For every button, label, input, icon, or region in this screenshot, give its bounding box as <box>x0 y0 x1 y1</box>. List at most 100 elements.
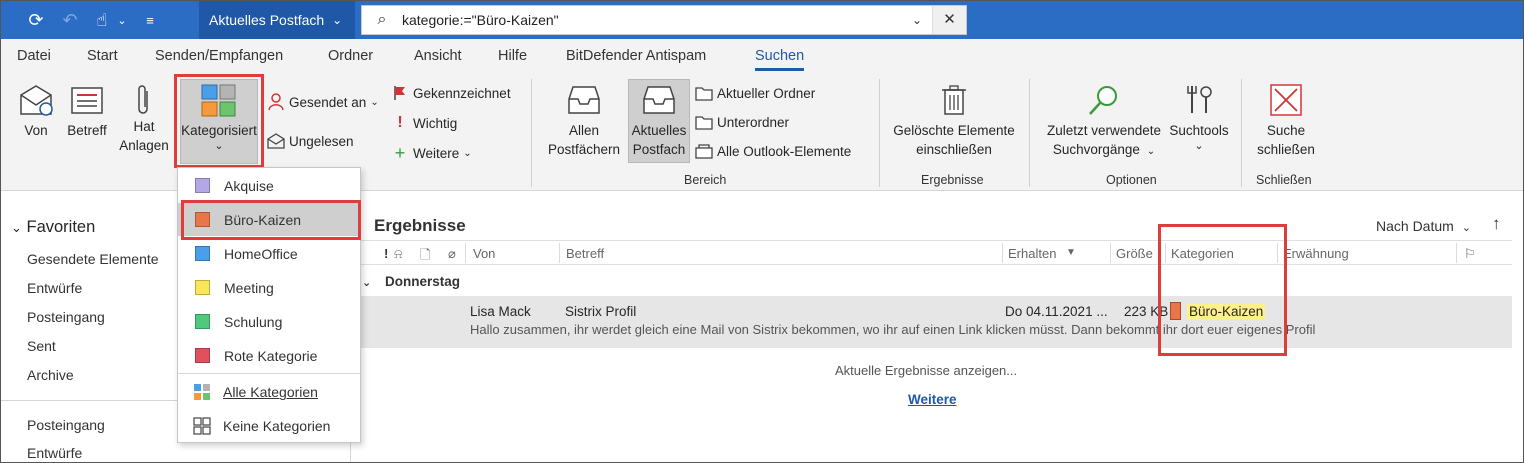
folder-entwuerfe[interactable]: Entwürfe <box>27 280 82 296</box>
folder-gesendete-elemente[interactable]: Gesendete Elemente <box>27 251 159 267</box>
column-divider <box>1456 243 1457 263</box>
suche-schliessen-button[interactable]: Suche schließen <box>1251 83 1321 159</box>
von-button[interactable]: Von <box>13 83 59 140</box>
show-current-results[interactable]: Aktuelle Ergebnisse anzeigen... <box>835 363 1017 378</box>
menu-item-label: Alle Kategorien <box>223 383 318 400</box>
more-results-link[interactable]: Weitere <box>908 392 957 407</box>
alle-outlook-elemente-button[interactable]: Alle Outlook-Elemente <box>695 143 851 159</box>
folder-entwuerfe-2[interactable]: Entwürfe <box>27 445 82 461</box>
flag-col-icon[interactable]: ⚐ <box>1464 246 1476 262</box>
favorites-header[interactable]: ⌄ Favoriten <box>11 218 95 237</box>
chevron-down-icon: ⌄ <box>1194 140 1204 152</box>
group-header-donnerstag[interactable]: ⌄ Donnerstag <box>362 274 460 289</box>
mail-from: Lisa Mack <box>470 304 531 319</box>
ribbon-separator <box>1029 79 1030 187</box>
menu-item-label: Meeting <box>224 279 274 296</box>
customize-toolbar-icon[interactable]: ≡ <box>141 1 159 39</box>
zuletzt-verwendete-button[interactable]: Zuletzt verwendete Suchvorgänge ⌄ <box>1037 83 1171 161</box>
sort-dropdown[interactable]: Nach Datum ⌄ <box>1376 218 1471 234</box>
col-erwaehnung[interactable]: Erwähnung <box>1283 246 1349 261</box>
table-row[interactable]: Lisa Mack Sistrix Profil Do 04.11.2021 .… <box>352 296 1512 348</box>
scope-dropdown[interactable]: Aktuelles Postfach ⌄ <box>199 1 355 39</box>
menu-item-rote-kategorie[interactable]: Rote Kategorie <box>178 339 360 372</box>
suchtools-button[interactable]: Suchtools ⌄ <box>1167 83 1231 152</box>
tab-bitdefender[interactable]: BitDefender Antispam <box>566 48 706 64</box>
sort-direction-icon[interactable]: ↑ <box>1492 214 1501 234</box>
search-box[interactable]: ⌕ kategorie:="Büro-Kaizen" ⌄ ✕ <box>361 5 967 35</box>
sync-icon[interactable]: ⟳ <box>23 1 49 39</box>
geloeschte-label-2: einschließen <box>916 142 992 157</box>
unterordner-button[interactable]: Unterordner <box>695 114 789 130</box>
suche-label-2: schließen <box>1257 142 1315 157</box>
col-erhalten[interactable]: Erhalten <box>1008 246 1056 261</box>
tab-ordner[interactable]: Ordner <box>328 48 373 64</box>
betreff-button[interactable]: Betreff <box>63 83 111 140</box>
column-divider <box>1110 243 1111 263</box>
chevron-down-icon: ⌄ <box>1146 146 1156 157</box>
col-von[interactable]: Von <box>473 246 495 261</box>
reminder-col-icon[interactable]: ⍾ <box>394 246 403 262</box>
undo-icon[interactable]: ↶ <box>59 1 81 39</box>
tab-ansicht[interactable]: Ansicht <box>414 48 462 64</box>
menu-item-alle-kategorien[interactable]: Alle Kategorien <box>178 375 360 408</box>
aktuelles-postfach-button[interactable]: Aktuelles Postfach <box>628 83 690 159</box>
menu-item-akquise[interactable]: Akquise <box>178 169 360 202</box>
menu-item-meeting[interactable]: Meeting <box>178 271 360 304</box>
chevron-down-icon: ⌄ <box>362 277 372 289</box>
paperclip-icon <box>138 85 148 114</box>
weitere-button[interactable]: + Weitere ⌄ <box>391 143 472 164</box>
ribbon-tabs: Datei Start Senden/Empfangen Ordner Ansi… <box>1 39 1523 71</box>
group-label-bereich: Bereich <box>684 173 727 187</box>
chevron-down-icon: ⌄ <box>11 220 22 235</box>
inbox-icon <box>643 86 675 114</box>
tab-datei[interactable]: Datei <box>17 48 51 64</box>
scope-label: Aktuelles Postfach <box>209 12 325 28</box>
mail-subject: Sistrix Profil <box>565 304 637 319</box>
close-search-icon[interactable]: ✕ <box>932 6 966 34</box>
subject-icon <box>71 87 103 114</box>
ribbon-separator <box>1241 79 1242 187</box>
col-groesse[interactable]: Größe <box>1116 246 1153 261</box>
tab-start[interactable]: Start <box>87 48 118 64</box>
folder-sent[interactable]: Sent <box>27 338 56 354</box>
hat-anlagen-label-2: Anlagen <box>119 138 169 153</box>
ungelesen-button[interactable]: Ungelesen <box>267 133 354 149</box>
aktuelles-label-1: Aktuelles <box>631 123 687 138</box>
allen-label-1: Allen <box>568 123 600 138</box>
folder-archive[interactable]: Archive <box>27 367 74 383</box>
col-betreff[interactable]: Betreff <box>566 246 604 261</box>
hat-anlagen-button[interactable]: Hat Anlagen <box>115 83 173 155</box>
menu-item-schulung[interactable]: Schulung <box>178 305 360 338</box>
touch-mode-icon[interactable]: ☝ <box>89 1 115 39</box>
betreff-label: Betreff <box>67 123 107 138</box>
folder-posteingang[interactable]: Posteingang <box>27 309 105 325</box>
gekennzeichnet-label: Gekennzeichnet <box>413 85 511 101</box>
menu-item-keine-kategorien[interactable]: Keine Kategorien <box>178 409 360 442</box>
column-header: ! ⍾ 🗋 ⌀ Von Betreff Erhalten ▼ Größe Kat… <box>352 240 1512 265</box>
allen-postfaechern-button[interactable]: Allen Postfächern <box>541 83 627 159</box>
tab-senden-empfangen[interactable]: Senden/Empfangen <box>155 48 283 64</box>
tab-suchen[interactable]: Suchen <box>755 48 805 71</box>
tab-hilfe[interactable]: Hilfe <box>498 48 527 64</box>
aktueller-ordner-button[interactable]: Aktueller Ordner <box>695 85 815 101</box>
type-col-icon[interactable]: 🗋 <box>420 246 430 268</box>
importance-icon: ! <box>397 114 403 131</box>
gekennzeichnet-button[interactable]: Gekennzeichnet <box>391 85 511 101</box>
subfolder-icon <box>695 114 713 130</box>
highlight-kategorisiert <box>174 74 264 168</box>
title-bar: ⟳ ↶ ☝ ⌄ ≡ Aktuelles Postfach ⌄ ⌕ kategor… <box>1 1 1523 39</box>
importance-col-icon[interactable]: ! <box>384 246 388 261</box>
gesendet-an-button[interactable]: Gesendet an ⌄ <box>267 93 379 111</box>
menu-separator <box>178 373 360 374</box>
folder-posteingang-2[interactable]: Posteingang <box>27 417 105 433</box>
geloeschte-elemente-button[interactable]: Gelöschte Elemente einschließen <box>885 83 1023 159</box>
menu-item-homeoffice[interactable]: HomeOffice <box>178 237 360 270</box>
search-input[interactable]: kategorie:="Büro-Kaizen" <box>402 12 902 28</box>
attachment-col-icon[interactable]: ⌀ <box>448 246 456 262</box>
wichtig-button[interactable]: ! Wichtig <box>391 114 457 132</box>
trash-icon <box>942 85 966 115</box>
results-pane: Ergebnisse Nach Datum ⌄ ↑ ! ⍾ 🗋 ⌀ Von Be… <box>352 192 1523 462</box>
touch-mode-dropdown-icon[interactable]: ⌄ <box>115 1 129 39</box>
search-dropdown-icon[interactable]: ⌄ <box>902 13 932 27</box>
group-label: Donnerstag <box>384 274 460 289</box>
